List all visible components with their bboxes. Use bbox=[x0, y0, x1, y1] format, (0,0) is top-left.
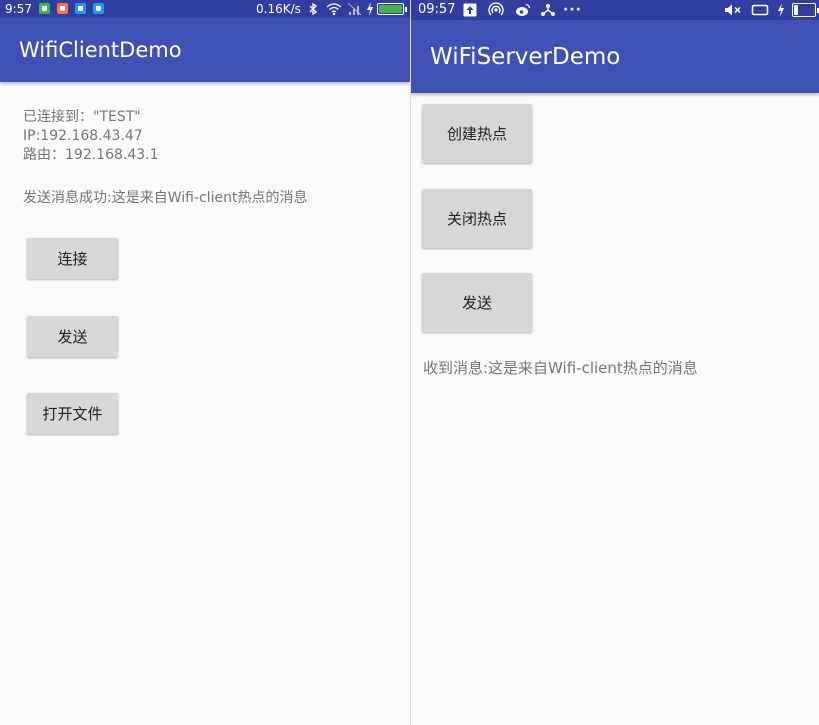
charging-icon bbox=[777, 0, 785, 20]
send-result-text: 发送消息成功:这是来自Wifi-client热点的消息 bbox=[23, 190, 308, 206]
client-phone-screen: 9:57 0.16K/s WifiClientDemo 已连接到："TEST" bbox=[0, 0, 410, 725]
bluetooth-icon bbox=[309, 2, 318, 16]
open-file-button[interactable]: 打开文件 bbox=[27, 393, 118, 434]
send-button[interactable]: 发送 bbox=[27, 316, 118, 357]
share-icon bbox=[539, 0, 557, 20]
status-bar: 09:57 ··· bbox=[411, 0, 819, 20]
notification-app-icon bbox=[57, 3, 68, 14]
connected-ssid-text: 已连接到："TEST" bbox=[23, 109, 141, 125]
create-hotspot-button[interactable]: 创建热点 bbox=[422, 104, 532, 163]
mute-icon bbox=[724, 0, 742, 20]
status-bar: 9:57 0.16K/s bbox=[0, 0, 410, 18]
app-title: WifiClientDemo bbox=[19, 38, 182, 62]
app-title: WiFiServerDemo bbox=[430, 44, 621, 70]
app-bar: WifiClientDemo bbox=[0, 18, 410, 82]
charging-icon bbox=[367, 2, 373, 16]
app-bar: WiFiServerDemo bbox=[411, 20, 819, 93]
status-time: 09:57 bbox=[418, 2, 456, 17]
notification-app-icon bbox=[39, 3, 50, 14]
network-speed: 0.16K/s bbox=[256, 2, 301, 16]
received-message-text: 收到消息:这是来自Wifi-client热点的消息 bbox=[423, 359, 698, 377]
ip-address-text: IP:192.168.43.47 bbox=[23, 128, 143, 144]
more-icon: ··· bbox=[563, 2, 582, 18]
notification-app-icon bbox=[75, 3, 86, 14]
status-time: 9:57 bbox=[5, 2, 32, 16]
route-text: 路由：192.168.43.1 bbox=[23, 147, 159, 163]
battery-icon bbox=[792, 3, 819, 17]
upload-icon bbox=[462, 0, 478, 20]
hotspot-icon bbox=[487, 0, 505, 20]
server-phone-screen: 09:57 ··· WiFiServerDemo 创建热点 关闭热点 发送 收到… bbox=[411, 0, 819, 725]
screen-icon bbox=[750, 0, 770, 20]
wifi-icon bbox=[326, 3, 342, 16]
signal-icon bbox=[348, 3, 362, 15]
battery-icon bbox=[377, 3, 407, 15]
connect-button[interactable]: 连接 bbox=[27, 238, 118, 279]
send-button[interactable]: 发送 bbox=[422, 273, 532, 332]
close-hotspot-button[interactable]: 关闭热点 bbox=[422, 189, 532, 248]
notification-app-icon bbox=[93, 3, 104, 14]
weibo-icon bbox=[514, 0, 532, 20]
